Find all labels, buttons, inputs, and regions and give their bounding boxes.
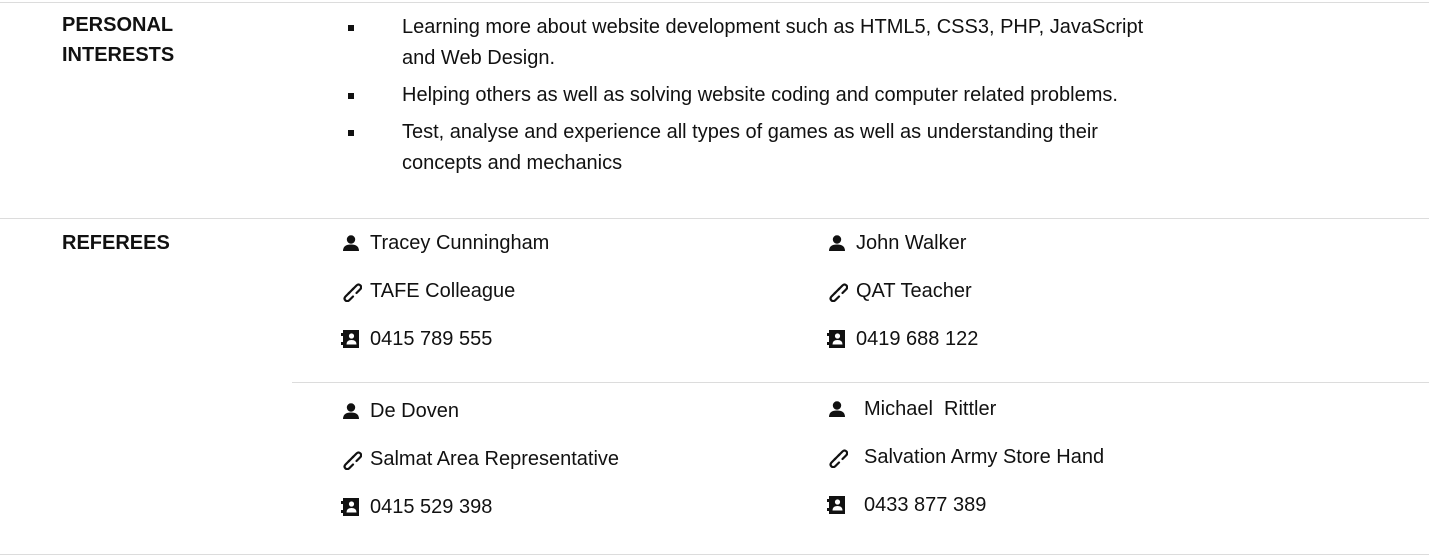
- referee-name-row: John Walker: [826, 228, 1246, 258]
- referee-name-row: Tracey Cunningham: [340, 228, 760, 258]
- referee-relation-row: Salmat Area Representative: [340, 444, 760, 474]
- referee-name-row: Michael Rittler: [826, 394, 1246, 424]
- personal-interests-heading-line1: PERSONAL: [62, 14, 174, 36]
- bullet-square-icon: [348, 25, 354, 31]
- link-icon: [826, 280, 848, 302]
- referee-phone-row: 0433 877 389: [826, 490, 1246, 520]
- user-icon: [340, 232, 362, 254]
- referee-name-row: De Doven: [340, 396, 760, 426]
- interest-text-line1: Test, analyse and experience all types o…: [402, 121, 1098, 143]
- interest-text-line1: Helping others as well as solving websit…: [402, 84, 1118, 106]
- referee-phone: 0415 529 398: [370, 496, 493, 518]
- link-icon: [340, 448, 362, 470]
- referee-relation: Salvation Army Store Hand: [864, 446, 1105, 468]
- interest-text-line1: Learning more about website development …: [402, 16, 1144, 38]
- referee-card: Michael Rittler Salvation Army Store Han…: [826, 394, 1246, 538]
- referee-phone: 0419 688 122: [856, 328, 979, 350]
- interests-list: Learning more about website development …: [346, 12, 1406, 185]
- bullet-square-icon: [348, 130, 354, 136]
- interest-item: Test, analyse and experience all types o…: [346, 117, 1406, 179]
- interest-item: Learning more about website development …: [346, 12, 1406, 74]
- referee-name: Tracey Cunningham: [370, 232, 550, 254]
- referee-name: John Walker: [856, 232, 967, 254]
- address-book-icon: [826, 494, 848, 516]
- bullet-square-icon: [348, 93, 354, 99]
- referee-phone: 0415 789 555: [370, 328, 493, 350]
- referee-relation-row: Salvation Army Store Hand: [826, 442, 1246, 472]
- referee-name: De Doven: [370, 400, 459, 422]
- top-divider: [0, 2, 1429, 3]
- referee-card: De Doven Salmat Area Representative 0415…: [340, 396, 760, 540]
- link-icon: [340, 280, 362, 302]
- referee-relation: QAT Teacher: [856, 280, 972, 302]
- referee-name: Michael Rittler: [864, 398, 997, 420]
- link-icon: [826, 446, 848, 468]
- referee-phone: 0433 877 389: [864, 494, 987, 516]
- referee-phone-row: 0415 789 555: [340, 324, 760, 354]
- bottom-divider: [0, 554, 1429, 555]
- referee-relation: TAFE Colleague: [370, 280, 516, 302]
- section-divider: [0, 218, 1429, 219]
- address-book-icon: [340, 328, 362, 350]
- referee-relation-row: QAT Teacher: [826, 276, 1246, 306]
- interest-text-line2: and Web Design.: [402, 47, 556, 69]
- user-icon: [826, 398, 848, 420]
- user-icon: [340, 400, 362, 422]
- referee-divider: [292, 382, 1429, 383]
- referee-phone-row: 0419 688 122: [826, 324, 1246, 354]
- referee-card: John Walker QAT Teacher 0419 688 122: [826, 228, 1246, 372]
- interest-text-line2: concepts and mechanics: [402, 152, 623, 174]
- personal-interests-heading: PERSONAL INTERESTS: [62, 10, 174, 70]
- address-book-icon: [826, 328, 848, 350]
- interest-item: Helping others as well as solving websit…: [346, 80, 1406, 111]
- referee-phone-row: 0415 529 398: [340, 492, 760, 522]
- personal-interests-heading-line2: INTERESTS: [62, 44, 175, 66]
- address-book-icon: [340, 496, 362, 518]
- user-icon: [826, 232, 848, 254]
- referee-relation: Salmat Area Representative: [370, 448, 620, 470]
- referee-relation-row: TAFE Colleague: [340, 276, 760, 306]
- referees-heading: REFEREES: [62, 232, 170, 254]
- referee-card: Tracey Cunningham TAFE Colleague 0415 78…: [340, 228, 760, 372]
